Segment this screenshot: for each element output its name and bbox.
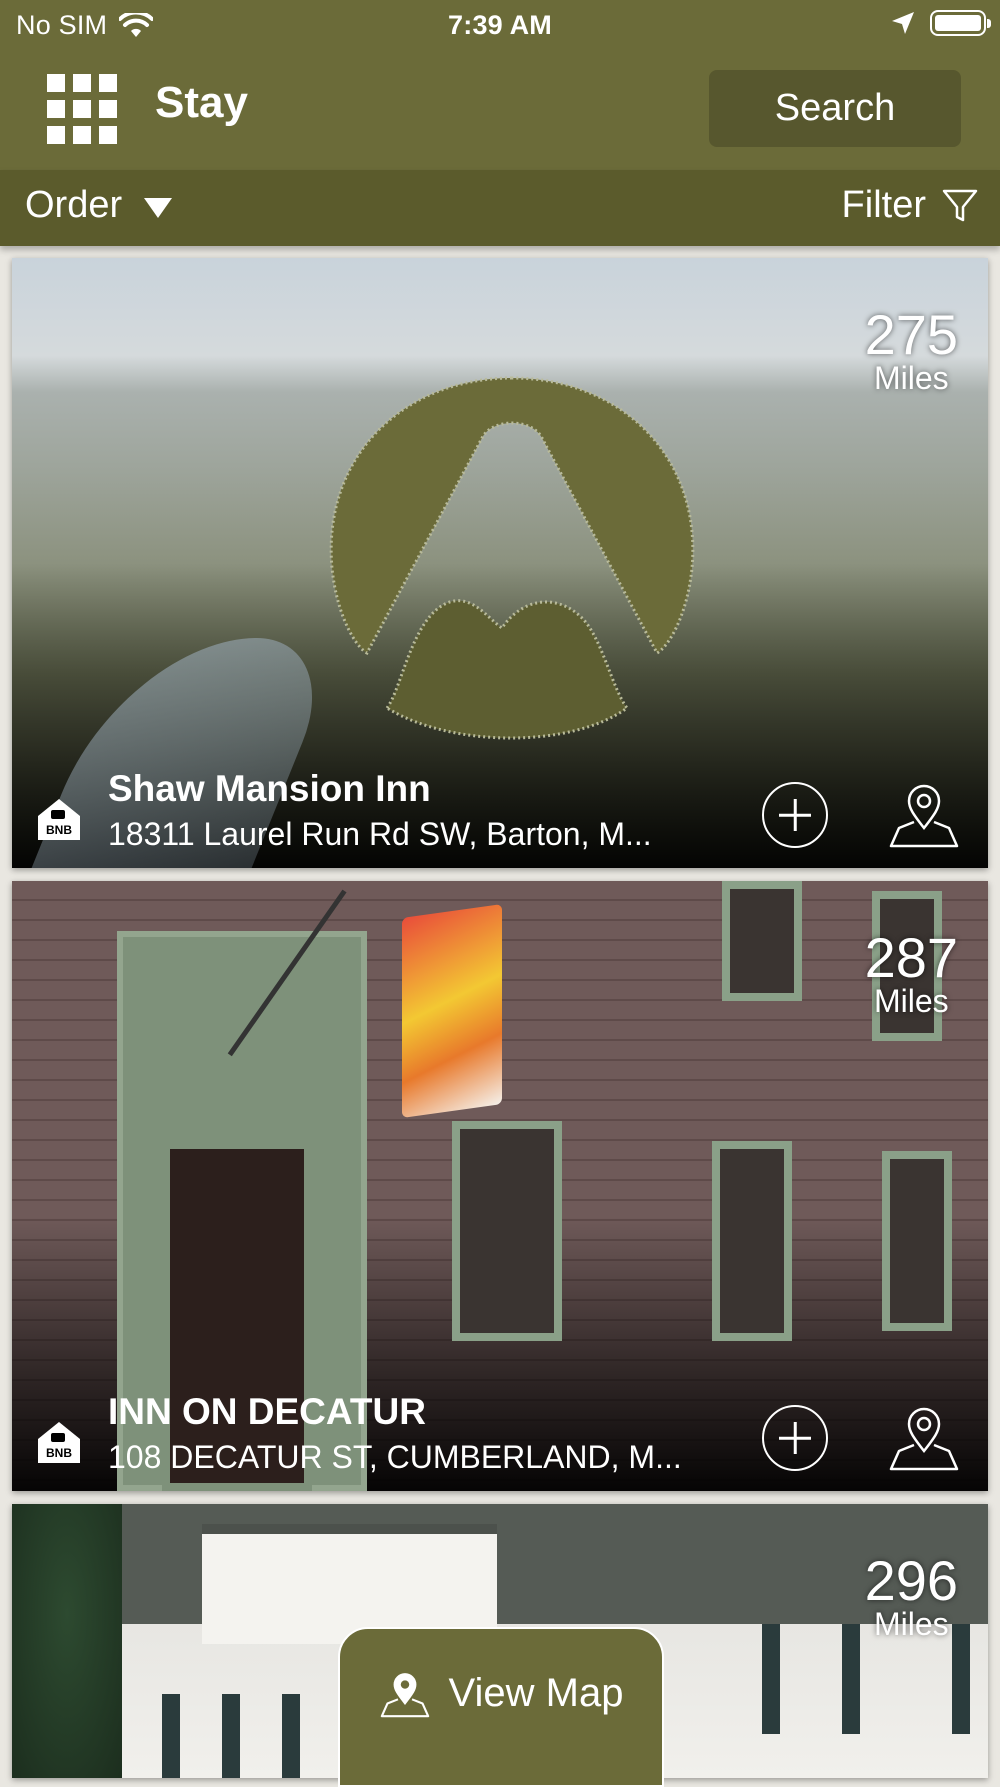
- bnb-icon: BNB: [38, 799, 80, 840]
- location-arrow-icon: [892, 12, 914, 34]
- distance-badge: 296 Miles: [864, 1549, 958, 1642]
- map-pin-icon[interactable]: [887, 776, 961, 850]
- distance-value: 287: [864, 926, 958, 989]
- add-button[interactable]: [762, 782, 828, 848]
- filter-label: Filter: [841, 184, 926, 226]
- map-pin-icon: [380, 1673, 429, 1718]
- bnb-icon: BNB: [38, 1422, 80, 1463]
- order-label: Order: [25, 184, 123, 226]
- listing-address: 108 DECATUR ST, CUMBERLAND, M...: [108, 1439, 682, 1475]
- distance-value: 275: [864, 303, 958, 366]
- listing-card[interactable]: 275 Miles BNB Shaw Mansion Inn 18311 Lau…: [12, 258, 988, 868]
- distance-value: 296: [864, 1549, 958, 1612]
- view-map-label: View Map: [448, 1671, 624, 1715]
- wifi-icon: [119, 12, 154, 37]
- status-time: 7:39 AM: [448, 9, 552, 40]
- distance-unit: Miles: [873, 360, 949, 396]
- status-bar: No SIM 7:39 AM: [0, 0, 1000, 50]
- listing-address: 18311 Laurel Run Rd SW, Barton, M...: [108, 816, 652, 852]
- battery-icon: [930, 10, 991, 36]
- filter-button[interactable]: Filter: [842, 184, 978, 227]
- app-header: Stay Search: [0, 50, 1000, 170]
- view-map-button[interactable]: View Map: [338, 1627, 664, 1787]
- map-pin-icon[interactable]: [887, 1399, 961, 1473]
- sort-bar: Order Filter: [0, 170, 1000, 246]
- status-right: [890, 10, 991, 36]
- distance-badge: 287 Miles: [864, 926, 958, 1019]
- listing-card[interactable]: 287 Miles BNB INN ON DECATUR 108 DECATUR…: [12, 881, 988, 1491]
- page-title: Stay: [155, 78, 248, 127]
- listing-footer: BNB INN ON DECATUR 108 DECATUR ST, CUMBE…: [12, 1381, 988, 1491]
- caret-down-icon: [144, 197, 173, 218]
- svg-text:BNB: BNB: [46, 1446, 72, 1460]
- distance-unit: Miles: [873, 983, 949, 1019]
- order-dropdown[interactable]: Order: [25, 184, 173, 227]
- grid-menu-icon[interactable]: [47, 74, 117, 144]
- distance-badge: 275 Miles: [864, 303, 958, 396]
- add-button[interactable]: [762, 1405, 828, 1471]
- listing-name: Shaw Mansion Inn: [108, 768, 431, 809]
- status-left: No SIM: [16, 10, 154, 41]
- carrier-label: No SIM: [16, 10, 108, 40]
- distance-unit: Miles: [873, 1606, 949, 1642]
- filter-funnel-icon: [942, 189, 978, 221]
- logo-icon: [329, 376, 695, 740]
- svg-text:BNB: BNB: [46, 823, 72, 837]
- listing-footer: BNB Shaw Mansion Inn 18311 Laurel Run Rd…: [12, 758, 988, 868]
- search-button[interactable]: Search: [709, 70, 961, 147]
- listing-name: INN ON DECATUR: [108, 1391, 426, 1432]
